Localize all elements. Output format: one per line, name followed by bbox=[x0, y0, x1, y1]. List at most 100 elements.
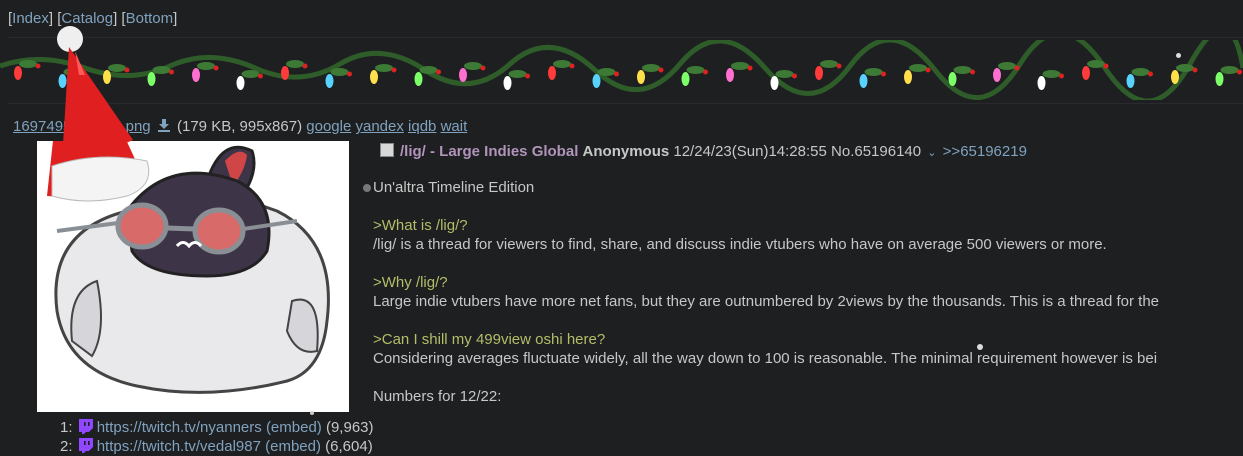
search-yandex-link[interactable]: yandex bbox=[355, 118, 403, 135]
embed-link[interactable]: (embed) bbox=[266, 419, 322, 436]
light-bulb bbox=[1126, 74, 1135, 88]
holly-berry bbox=[436, 69, 441, 75]
christmas-lights-decoration bbox=[0, 40, 1243, 100]
holly-leaf bbox=[642, 64, 660, 72]
holly-leaf bbox=[330, 68, 349, 76]
twitch-icon bbox=[78, 438, 93, 453]
light-bulb bbox=[592, 74, 601, 88]
holly-leaf bbox=[375, 64, 393, 72]
holly-leaf bbox=[241, 70, 260, 78]
holly-berry bbox=[1192, 67, 1198, 73]
stream-rank: 2: bbox=[60, 438, 73, 455]
divider bbox=[8, 103, 1243, 104]
holly-leaf bbox=[152, 66, 171, 74]
light-bulb bbox=[726, 68, 734, 82]
body-text: Large indie vtubers have more net fans, … bbox=[373, 293, 1160, 310]
numbers-heading: Numbers for 12/22: bbox=[373, 388, 502, 405]
holly-leaf bbox=[197, 62, 215, 70]
holly-berry bbox=[569, 63, 575, 69]
holly-leaf bbox=[820, 60, 838, 68]
greentext-line: >Can I shill my 499view oshi here? bbox=[373, 331, 606, 348]
holly-berry bbox=[1103, 63, 1109, 69]
holly-leaf bbox=[1042, 70, 1061, 78]
stream-url-link[interactable]: https://twitch.tv/nyanners bbox=[97, 419, 262, 436]
light-bulb bbox=[236, 76, 245, 90]
holly-leaf bbox=[286, 60, 304, 68]
light-bulb bbox=[681, 72, 690, 86]
holly-leaf bbox=[775, 70, 794, 78]
viewer-count: (6,604) bbox=[325, 438, 373, 455]
light-bulb bbox=[859, 74, 868, 88]
search-iqdb-link[interactable]: iqdb bbox=[408, 118, 436, 135]
light-bulb bbox=[192, 68, 200, 82]
holly-leaf bbox=[686, 66, 705, 74]
post-header: /lig/ - Large Indies Global Anonymous 12… bbox=[380, 143, 1027, 160]
holly-berry bbox=[35, 63, 41, 69]
catalog-link[interactable]: Catalog bbox=[61, 10, 113, 27]
top-navigation: [Index] [Catalog] [Bottom] bbox=[8, 10, 178, 27]
viewer-count: (9,963) bbox=[325, 419, 374, 436]
holly-berry bbox=[658, 67, 664, 73]
list-item: 2: https://twitch.tv/vedal987 (embed) (6… bbox=[60, 437, 374, 456]
holly-berry bbox=[1237, 69, 1242, 75]
light-bulb bbox=[637, 70, 645, 84]
stream-rank: 1: bbox=[60, 419, 73, 436]
holly-berry bbox=[169, 69, 174, 75]
post-body: Un'altra Timeline Edition >What is /lig/… bbox=[373, 178, 1243, 406]
holly-berry bbox=[747, 65, 753, 71]
holly-leaf bbox=[419, 66, 438, 74]
holly-leaf bbox=[731, 62, 749, 70]
holly-leaf bbox=[1131, 68, 1150, 76]
holly-berry bbox=[258, 73, 263, 79]
light-bulb bbox=[459, 68, 467, 82]
light-bulb bbox=[993, 68, 1001, 82]
light-bulb bbox=[904, 70, 912, 84]
holly-leaf bbox=[864, 68, 883, 76]
snowflake-decoration bbox=[977, 344, 983, 350]
light-bulb bbox=[770, 76, 779, 90]
post-select-checkbox[interactable] bbox=[380, 143, 394, 157]
light-bulb bbox=[1037, 76, 1046, 90]
stream-url-link[interactable]: https://twitch.tv/vedal987 bbox=[97, 438, 261, 455]
holly-berry bbox=[213, 65, 219, 71]
body-text: /lig/ is a thread for viewers to find, s… bbox=[373, 236, 1107, 253]
holly-berry bbox=[1059, 73, 1064, 79]
holly-leaf bbox=[464, 62, 482, 70]
light-bulb bbox=[1082, 66, 1090, 80]
holly-berry bbox=[970, 69, 975, 75]
post-datetime: 12/24/23(Sun)14:28:55 bbox=[673, 143, 827, 160]
holly-berry bbox=[347, 71, 352, 77]
light-bulb bbox=[548, 66, 556, 80]
list-item: 1: https://twitch.tv/nyanners (embed) (9… bbox=[60, 418, 374, 437]
index-link[interactable]: Index bbox=[12, 10, 49, 27]
embed-link[interactable]: (embed) bbox=[265, 438, 321, 455]
light-bulb bbox=[414, 72, 423, 86]
search-google-link[interactable]: google bbox=[306, 118, 351, 135]
holly-berry bbox=[391, 67, 397, 73]
search-wait-link[interactable]: wait bbox=[441, 118, 468, 135]
holly-berry bbox=[614, 71, 619, 77]
santa-hat-icon bbox=[63, 47, 133, 149]
reply-backlink[interactable]: >>65196219 bbox=[943, 143, 1027, 160]
bottom-link[interactable]: Bottom bbox=[126, 10, 174, 27]
light-bulb bbox=[948, 72, 957, 86]
post-image-thumbnail[interactable] bbox=[37, 141, 349, 412]
holly-berry bbox=[525, 73, 530, 79]
holly-berry bbox=[925, 67, 931, 73]
holly-berry bbox=[881, 71, 886, 77]
light-bulb bbox=[1215, 72, 1224, 86]
light-bulb bbox=[370, 70, 378, 84]
chevron-down-icon[interactable]: ⌄ bbox=[927, 147, 936, 159]
post-subject: /lig/ - Large Indies Global bbox=[400, 143, 579, 160]
holly-leaf bbox=[19, 60, 37, 68]
holly-berry bbox=[703, 69, 708, 75]
light-bulb bbox=[503, 76, 512, 90]
holly-berry bbox=[1148, 71, 1153, 77]
holly-leaf bbox=[1087, 60, 1105, 68]
holly-leaf bbox=[1220, 66, 1239, 74]
download-icon[interactable] bbox=[157, 118, 171, 132]
holly-leaf bbox=[909, 64, 927, 72]
holly-leaf bbox=[953, 66, 972, 74]
post-number[interactable]: No.65196140 bbox=[831, 143, 921, 160]
light-bulb bbox=[815, 66, 823, 80]
